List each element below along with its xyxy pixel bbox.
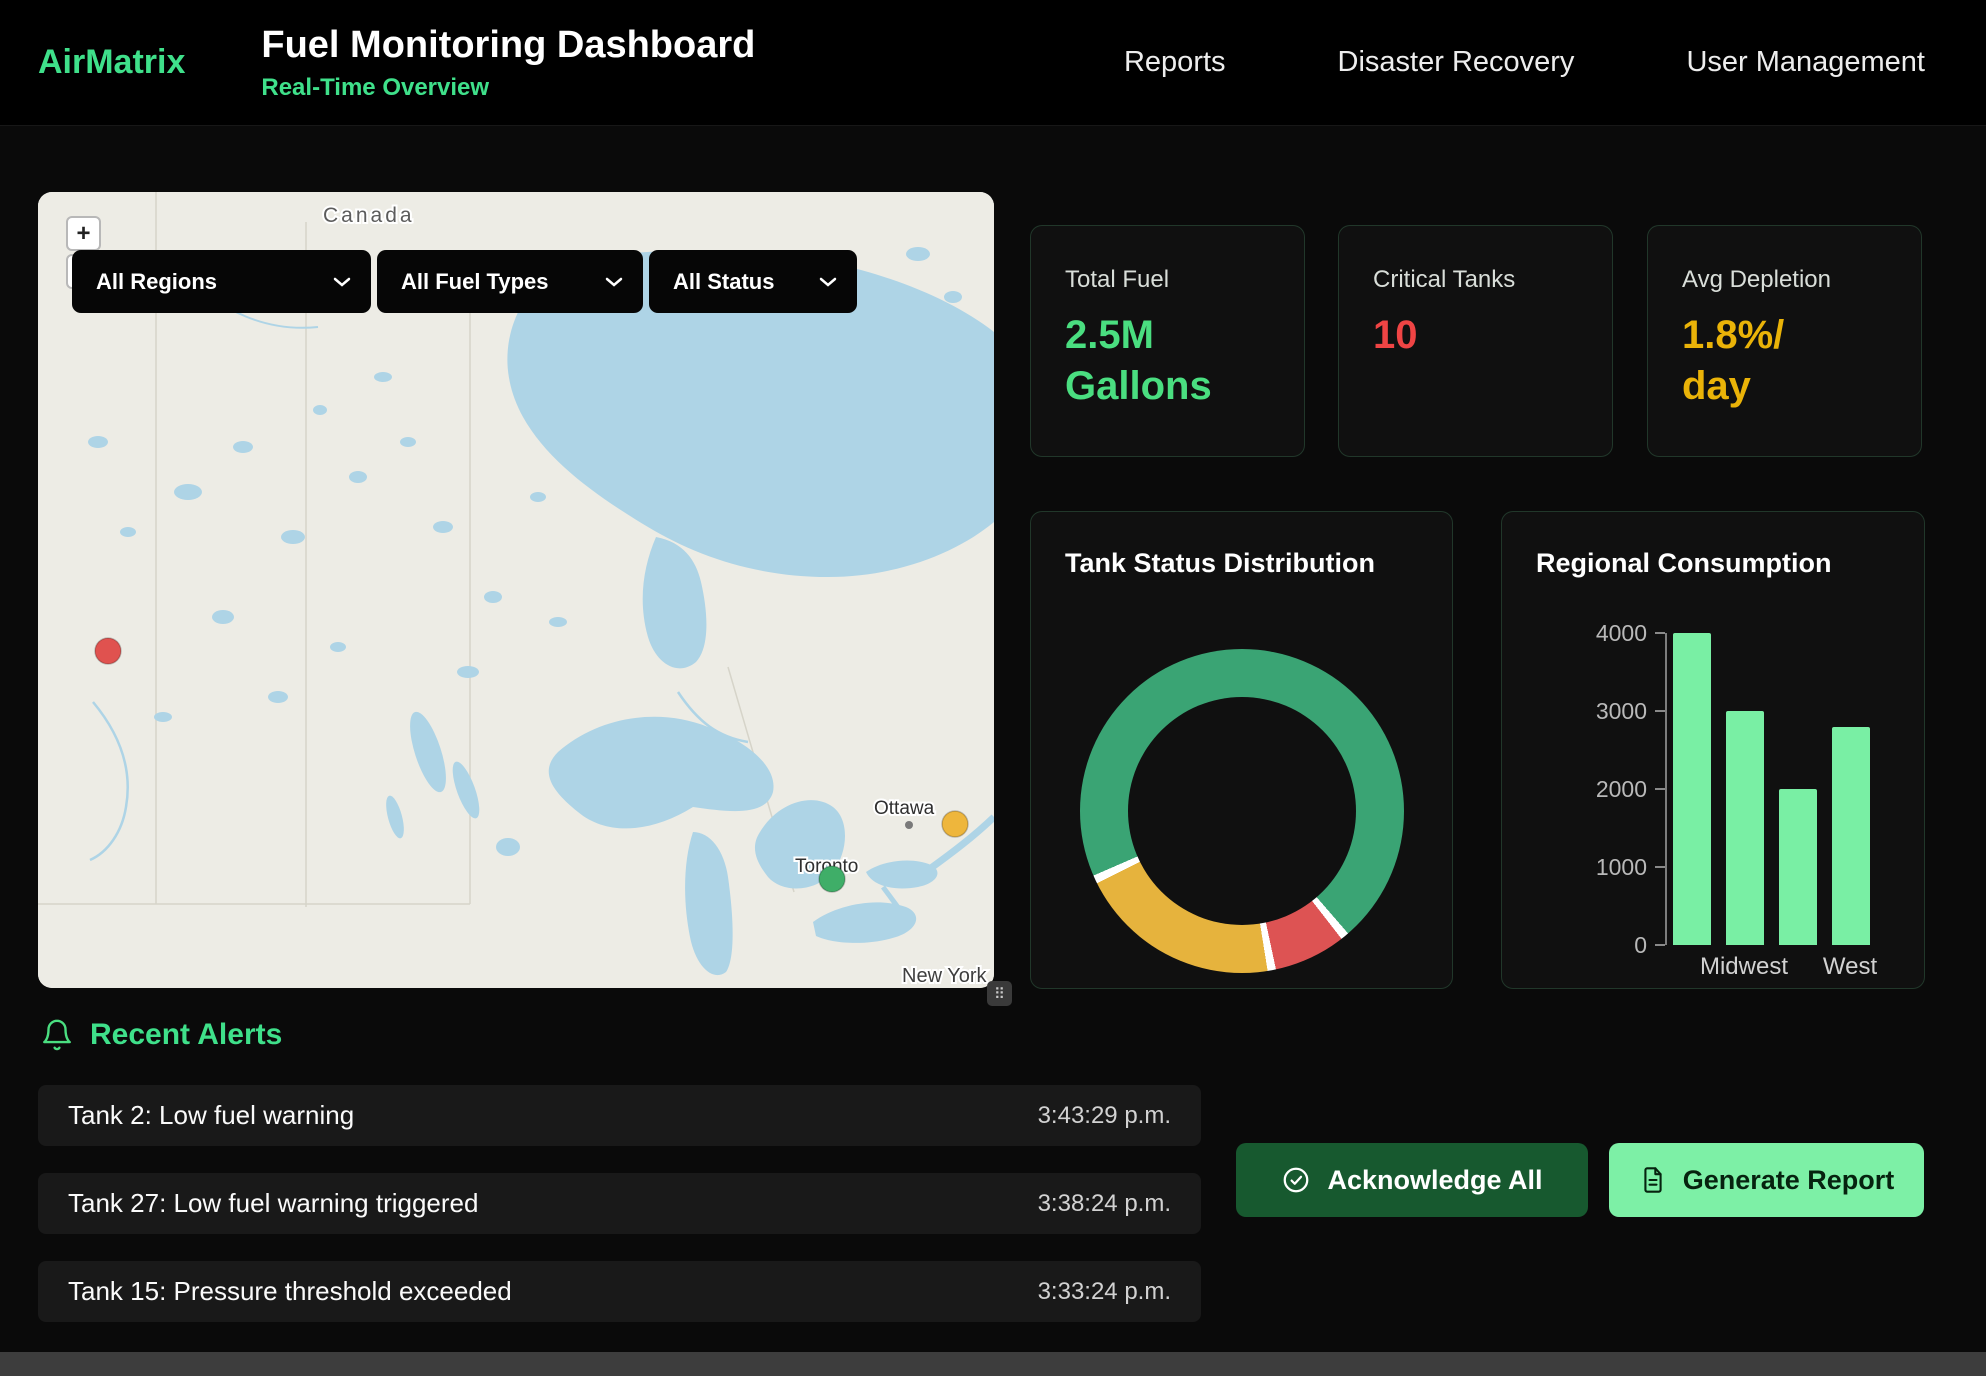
region-filter-value: All Regions	[96, 269, 217, 295]
x-tick-label: Midwest	[1724, 953, 1764, 981]
page-title: Fuel Monitoring Dashboard	[261, 24, 755, 67]
map-resize-handle[interactable]: ⠿	[987, 981, 1012, 1006]
file-text-icon	[1639, 1166, 1667, 1194]
alerts-heading-row: Recent Alerts	[40, 1018, 282, 1052]
acknowledge-all-label: Acknowledge All	[1327, 1165, 1542, 1196]
dashboard-app: AirMatrix Fuel Monitoring Dashboard Real…	[0, 0, 1986, 1376]
chevron-down-icon	[605, 277, 623, 287]
tank-status-card: Tank Status Distribution	[1030, 511, 1453, 989]
map-marker-critical[interactable]	[95, 638, 121, 664]
stat-card-avg-depletion: Avg Depletion 1.8%/ day	[1647, 225, 1922, 457]
alert-row[interactable]: Tank 15: Pressure threshold exceeded 3:3…	[38, 1261, 1201, 1322]
stat-value: 1.8%/ day	[1682, 310, 1897, 412]
title-block: Fuel Monitoring Dashboard Real-Time Over…	[261, 24, 755, 102]
bar-y-axis: 40003000200010000	[1502, 633, 1665, 945]
fuel-type-filter-value: All Fuel Types	[401, 269, 549, 295]
alert-message: Tank 15: Pressure threshold exceeded	[68, 1276, 512, 1307]
donut-hole	[1128, 697, 1356, 925]
bar	[1832, 727, 1870, 945]
map-label-canada: Canada	[323, 204, 415, 227]
stat-label: Critical Tanks	[1373, 266, 1588, 294]
alert-row[interactable]: Tank 27: Low fuel warning triggered 3:38…	[38, 1173, 1201, 1234]
alert-message: Tank 2: Low fuel warning	[68, 1100, 354, 1131]
bar	[1673, 633, 1711, 945]
bar-plot	[1665, 633, 1876, 945]
ottawa-city-dot	[905, 821, 913, 829]
chart-title: Regional Consumption	[1502, 512, 1924, 579]
stat-label: Avg Depletion	[1682, 266, 1897, 294]
map-marker-normal[interactable]	[819, 866, 845, 892]
alert-time: 3:38:24 p.m.	[1038, 1190, 1171, 1218]
map-label-ottawa: Ottawa	[874, 798, 935, 819]
brand-logo: AirMatrix	[38, 43, 185, 82]
chevron-down-icon	[819, 277, 837, 287]
status-filter-dropdown[interactable]: All Status	[649, 250, 857, 313]
bar-x-axis: Midwest West	[1665, 953, 1876, 981]
map-marker-warning[interactable]	[942, 811, 968, 837]
nav-item-user-management[interactable]: User Management	[1686, 46, 1925, 79]
map-label-new-york: New York	[902, 965, 987, 987]
region-filter-dropdown[interactable]: All Regions	[72, 250, 371, 313]
bell-icon	[40, 1018, 74, 1052]
alert-time: 3:43:29 p.m.	[1038, 1102, 1171, 1130]
generate-report-label: Generate Report	[1683, 1165, 1895, 1196]
alert-time: 3:33:24 p.m.	[1038, 1278, 1171, 1306]
chart-title: Tank Status Distribution	[1031, 512, 1452, 579]
window-bottom-bar	[0, 1352, 1986, 1376]
nav-item-disaster-recovery[interactable]: Disaster Recovery	[1338, 46, 1575, 79]
zoom-in-button[interactable]: +	[66, 216, 101, 251]
alert-message: Tank 27: Low fuel warning triggered	[68, 1188, 478, 1219]
alert-row[interactable]: Tank 2: Low fuel warning 3:43:29 p.m.	[38, 1085, 1201, 1146]
x-tick-label	[1777, 953, 1817, 981]
stat-card-total-fuel: Total Fuel 2.5M Gallons	[1030, 225, 1305, 457]
page-subtitle: Real-Time Overview	[261, 74, 755, 102]
header: AirMatrix Fuel Monitoring Dashboard Real…	[0, 0, 1986, 126]
nav-item-reports[interactable]: Reports	[1124, 46, 1226, 79]
fuel-type-filter-dropdown[interactable]: All Fuel Types	[377, 250, 643, 313]
stat-value: 10	[1373, 310, 1588, 361]
chevron-down-icon	[333, 277, 351, 287]
map-filters: All Regions All Fuel Types All Status	[72, 250, 857, 313]
main-nav: Reports Disaster Recovery User Managemen…	[1124, 46, 1925, 79]
bar	[1779, 789, 1817, 945]
check-circle-icon	[1281, 1165, 1311, 1195]
map-panel[interactable]: Canada Ottawa Toronto New York + − All R…	[38, 192, 994, 988]
x-tick-label: West	[1830, 953, 1870, 981]
regional-consumption-card: Regional Consumption 40003000200010000 M…	[1501, 511, 1925, 989]
generate-report-button[interactable]: Generate Report	[1609, 1143, 1924, 1217]
status-filter-value: All Status	[673, 269, 774, 295]
acknowledge-all-button[interactable]: Acknowledge All	[1236, 1143, 1588, 1217]
donut-chart	[1080, 649, 1404, 973]
bar	[1726, 711, 1764, 945]
stat-label: Total Fuel	[1065, 266, 1280, 294]
alerts-heading: Recent Alerts	[90, 1018, 282, 1052]
stat-value: 2.5M Gallons	[1065, 310, 1280, 412]
stat-card-critical-tanks: Critical Tanks 10	[1338, 225, 1613, 457]
